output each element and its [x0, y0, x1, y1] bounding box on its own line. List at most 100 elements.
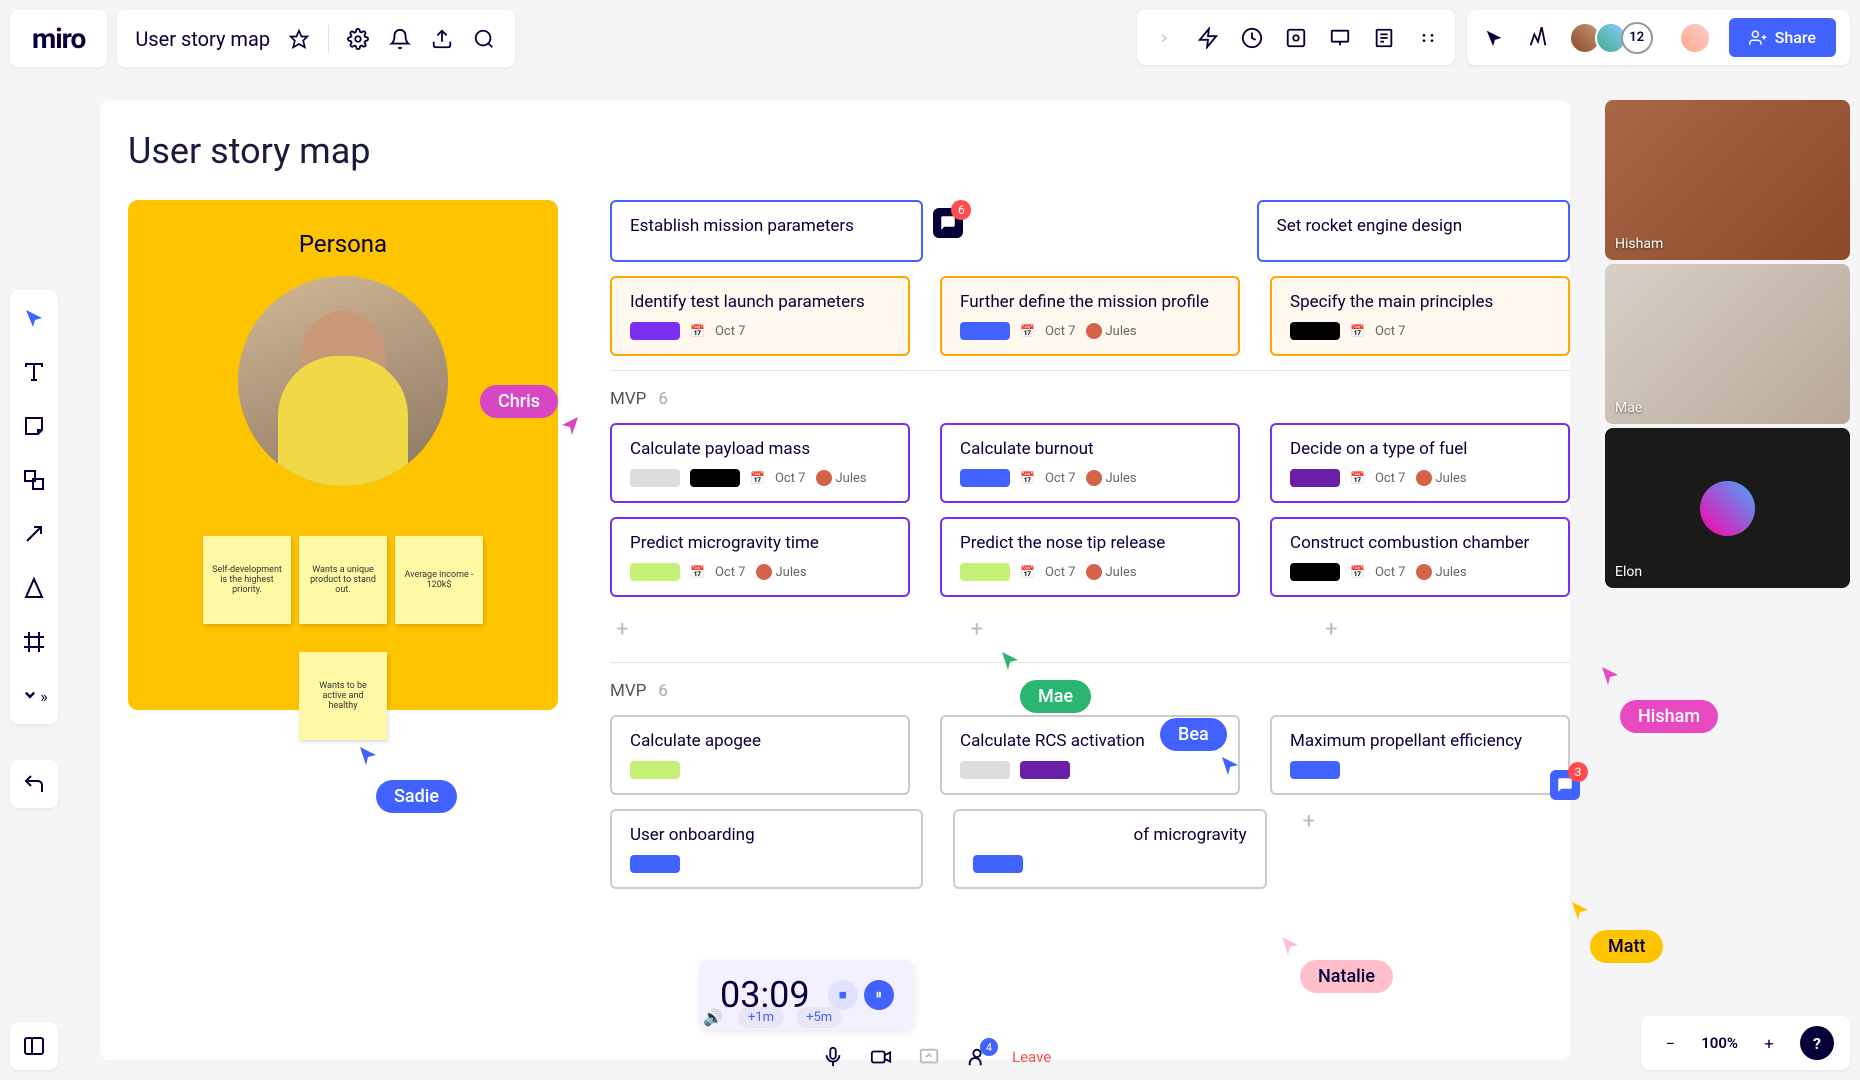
chevron-right-icon[interactable]	[1151, 25, 1177, 51]
tag	[960, 563, 1010, 581]
story-card[interactable]: Further define the mission profile 📅Oct …	[940, 276, 1240, 356]
lightning-icon[interactable]	[1195, 25, 1221, 51]
zoom-out-button[interactable]: −	[1657, 1030, 1683, 1056]
sound-icon[interactable]: 🔊	[700, 1004, 726, 1030]
divider	[610, 662, 1570, 663]
collab-tools	[1137, 10, 1455, 65]
story-card[interactable]: Decide on a type of fuel 📅Oct 7Jules	[1270, 423, 1570, 503]
screenshare-icon[interactable]	[916, 1044, 942, 1070]
camera-icon[interactable]	[868, 1044, 894, 1070]
tag	[630, 855, 680, 873]
comment-count: 3	[1568, 762, 1588, 782]
avatar-overflow: 12	[1621, 22, 1653, 54]
add-5m-button[interactable]: +5m	[796, 1007, 842, 1028]
story-card[interactable]: Construct combustion chamber 📅Oct 7Jules	[1270, 517, 1570, 597]
add-card-button[interactable]: +	[964, 611, 988, 648]
video-tile[interactable]: Hisham	[1605, 100, 1850, 260]
export-icon[interactable]	[429, 26, 455, 52]
persona-card[interactable]: Persona Self-development is the highest …	[128, 200, 558, 710]
text-icon[interactable]	[18, 356, 50, 388]
timer-icon[interactable]	[1239, 25, 1265, 51]
story-card[interactable]: Calculate payload mass 📅Oct 7Jules	[610, 423, 910, 503]
panel-toggle-button[interactable]	[10, 1022, 58, 1070]
mic-icon[interactable]	[820, 1044, 846, 1070]
persona-title: Persona	[158, 230, 528, 258]
pen-icon[interactable]	[18, 572, 50, 604]
tag	[1290, 761, 1340, 779]
story-card[interactable]: Maximum propellant efficiency	[1270, 715, 1570, 795]
video-tile[interactable]: Elon	[1605, 428, 1850, 588]
help-button[interactable]: ?	[1800, 1026, 1834, 1060]
zoom-value[interactable]: 100%	[1701, 1034, 1738, 1052]
add-card-button[interactable]: +	[610, 611, 634, 648]
share-label: Share	[1775, 28, 1816, 47]
search-icon[interactable]	[471, 26, 497, 52]
story-card[interactable]: Predict microgravity time 📅Oct 7Jules	[610, 517, 910, 597]
bell-icon[interactable]	[387, 26, 413, 52]
tag	[690, 469, 740, 487]
sticky-note[interactable]: Self-development is the highest priority…	[203, 536, 291, 624]
activity-card[interactable]: Set rocket engine design	[1257, 200, 1570, 262]
story-card[interactable]: Specify the main principles 📅Oct 7	[1270, 276, 1570, 356]
select-icon[interactable]	[18, 302, 50, 334]
more-apps-icon[interactable]	[1415, 25, 1441, 51]
board-title-box: User story map	[117, 10, 515, 67]
section-label[interactable]: MVP6	[610, 389, 1570, 409]
sticky-note[interactable]: Wants to be active and healthy	[299, 652, 387, 740]
comment-icon[interactable]: 3	[1550, 770, 1580, 800]
video-tile[interactable]: Mae	[1605, 264, 1850, 424]
story-card[interactable]: Identify test launch parameters 📅Oct 7	[610, 276, 910, 356]
star-icon[interactable]	[286, 26, 312, 52]
notes-icon[interactable]	[1371, 25, 1397, 51]
story-map-grid: Establish mission parameters 6 Set rocke…	[610, 200, 1570, 903]
sticky-row: Self-development is the highest priority…	[158, 536, 528, 740]
story-card[interactable]: Predict the nose tip release 📅Oct 7Jules	[940, 517, 1240, 597]
leave-button[interactable]: Leave	[1012, 1048, 1051, 1066]
story-card[interactable]: of microgravity	[953, 809, 1266, 889]
canvas-frame[interactable]: User story map Persona Self-development …	[100, 100, 1570, 1060]
collab-presence: 12 Share	[1467, 10, 1850, 65]
reactions-icon[interactable]	[1525, 25, 1551, 51]
add-card-button[interactable]: +	[1319, 611, 1343, 648]
more-tools-icon[interactable]: »	[18, 680, 50, 712]
undo-button[interactable]	[10, 760, 58, 808]
comment-icon[interactable]: 6	[933, 208, 963, 238]
tag	[1290, 469, 1340, 487]
tag	[1290, 322, 1340, 340]
logo-box[interactable]: miro	[10, 10, 107, 67]
sticky-note-icon[interactable]	[18, 410, 50, 442]
persona-photo	[238, 276, 448, 486]
add-1m-button[interactable]: +1m	[738, 1007, 784, 1028]
story-card[interactable]: User onboarding	[610, 809, 923, 889]
voting-icon[interactable]	[1283, 25, 1309, 51]
cursor-sadie: Sadie	[376, 780, 457, 813]
settings-icon[interactable]	[345, 26, 371, 52]
tag	[630, 563, 680, 581]
cursor-matt: Matt	[1590, 930, 1663, 963]
cursor-chris: Chris	[480, 385, 558, 418]
left-toolbar: »	[10, 290, 58, 724]
presence-avatars[interactable]: 12	[1569, 22, 1653, 54]
tag	[1290, 563, 1340, 581]
my-avatar[interactable]	[1679, 22, 1711, 54]
activity-card[interactable]: Establish mission parameters	[610, 200, 923, 262]
story-card[interactable]: Calculate burnout 📅Oct 7Jules	[940, 423, 1240, 503]
sticky-note[interactable]: Average income - 120k$	[395, 536, 483, 624]
participants-button[interactable]: 4	[964, 1044, 990, 1070]
frame-icon[interactable]	[18, 626, 50, 658]
add-card-button[interactable]: +	[1297, 803, 1321, 840]
divider	[328, 25, 329, 53]
timer-sub: 🔊 +1m +5m	[700, 1004, 842, 1030]
arrow-icon[interactable]	[18, 518, 50, 550]
sticky-note[interactable]: Wants a unique product to stand out.	[299, 536, 387, 624]
cursor-icon[interactable]	[1481, 25, 1507, 51]
share-button[interactable]: Share	[1729, 18, 1836, 57]
story-card[interactable]: Calculate apogee	[610, 715, 910, 795]
board-title[interactable]: User story map	[135, 27, 270, 51]
tag	[1020, 761, 1070, 779]
tag	[630, 761, 680, 779]
timer-pause-button[interactable]: ⏸	[864, 980, 894, 1010]
shapes-icon[interactable]	[18, 464, 50, 496]
zoom-in-button[interactable]: +	[1756, 1030, 1782, 1056]
presentation-icon[interactable]	[1327, 25, 1353, 51]
